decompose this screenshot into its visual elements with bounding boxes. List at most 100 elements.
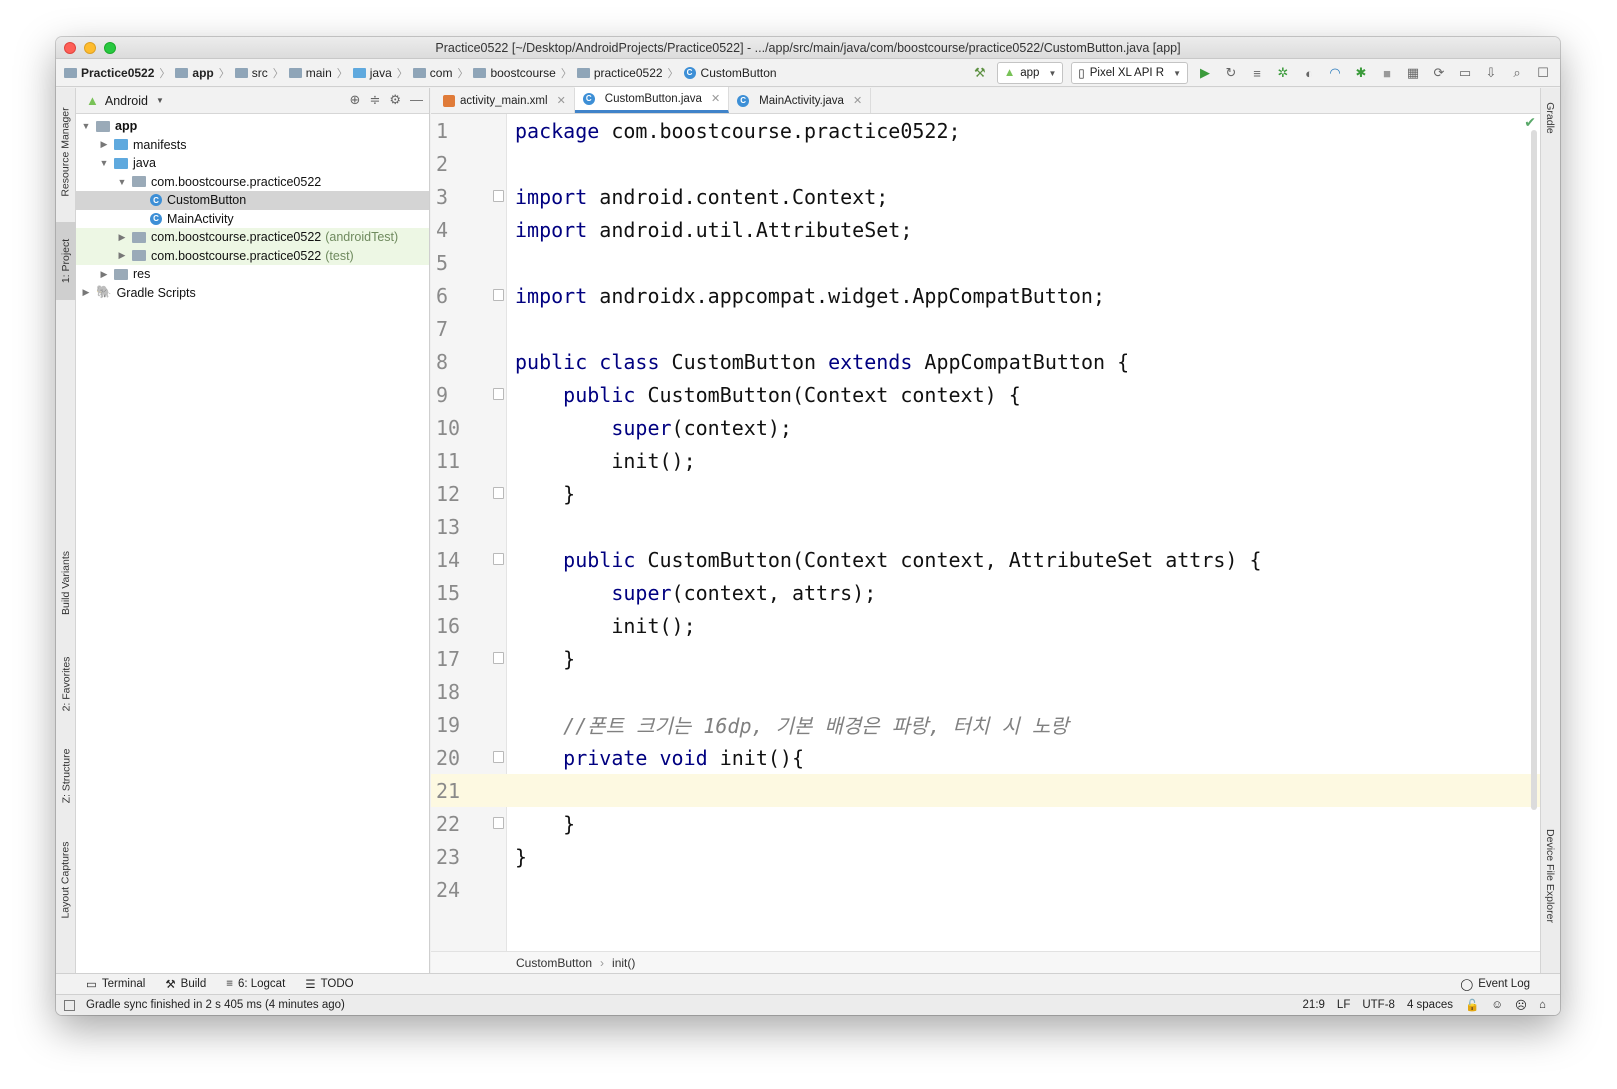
apply-changes-icon[interactable]: ↻ <box>1222 64 1240 82</box>
collapse-all-icon[interactable]: ≑ <box>369 92 380 108</box>
crumb-project[interactable]: Practice0522 <box>64 66 154 80</box>
caret-position[interactable]: 21:9 <box>1303 999 1325 1011</box>
tree-item-mainactivity[interactable]: C MainActivity <box>76 210 429 229</box>
code-line[interactable]: 11 init(); <box>431 444 1540 477</box>
search-icon[interactable]: ⌕ <box>1508 64 1526 82</box>
code-line[interactable]: 5 <box>431 246 1540 279</box>
crumb-main[interactable]: main <box>288 66 332 80</box>
code-line[interactable]: 19 //폰트 크기는 16dp, 기본 배경은 파랑, 터치 시 노랑 <box>431 708 1540 741</box>
sync-gradle-icon[interactable]: ⟳ <box>1430 64 1448 82</box>
close-window-button[interactable] <box>64 42 76 54</box>
code-crumb-method[interactable]: init() <box>612 956 635 970</box>
code-line[interactable]: 20 private void init(){ <box>431 741 1540 774</box>
code-line[interactable]: 6 import androidx.appcompat.widget.AppCom… <box>431 279 1540 312</box>
code-line[interactable]: 16 init(); <box>431 609 1540 642</box>
chevron-right-icon[interactable]: ▶ <box>98 139 110 150</box>
debug-icon[interactable]: ✲ <box>1274 64 1292 82</box>
code-line[interactable]: 4 import android.util.AttributeSet; <box>431 213 1540 246</box>
device-select[interactable]: ▯ Pixel XL API R ▼ <box>1071 62 1188 84</box>
line-separator[interactable]: LF <box>1337 999 1350 1011</box>
vertical-scrollbar[interactable] <box>1531 130 1537 810</box>
toggle-tool-windows-icon[interactable] <box>64 1000 75 1011</box>
sad-feedback-icon[interactable]: ☹ <box>1515 998 1527 1012</box>
crumb-java[interactable]: java <box>352 66 392 80</box>
code-line[interactable]: 9 public CustomButton(Context context) { <box>431 378 1540 411</box>
coverage-icon[interactable]: ◐ <box>1300 64 1318 82</box>
fold-marker[interactable] <box>489 477 507 510</box>
fold-marker[interactable] <box>489 807 507 840</box>
close-tab-icon[interactable]: ✕ <box>711 92 720 105</box>
code-line[interactable]: 24 <box>431 873 1540 906</box>
file-encoding[interactable]: UTF-8 <box>1362 999 1395 1011</box>
tool-tab-todo[interactable]: ☰ TODO <box>305 977 353 991</box>
code-crumb-class[interactable]: CustomButton <box>516 956 592 970</box>
tree-item-package-test[interactable]: ▶ com.boostcourse.practice0522 (test) <box>76 246 429 265</box>
code-line[interactable]: 22 } <box>431 807 1540 840</box>
indent-setting[interactable]: 4 spaces <box>1407 999 1453 1011</box>
code-line[interactable]: 7 <box>431 312 1540 345</box>
tree-item-custombutton[interactable]: C CustomButton <box>76 191 429 210</box>
fold-marker[interactable] <box>489 741 507 774</box>
code-line[interactable]: 8 public class CustomButton extends AppCo… <box>431 345 1540 378</box>
run-config-select[interactable]: ▲ app ▼ <box>996 62 1064 84</box>
tool-tab-logcat[interactable]: ≡ 6: Logcat <box>226 978 285 990</box>
crumb-com[interactable]: com <box>412 66 452 80</box>
code-area[interactable]: 1 package com.boostcourse.practice0522; 2 3… <box>431 114 1540 951</box>
lock-icon[interactable]: 🔓 <box>1465 998 1479 1012</box>
tool-tab-terminal[interactable]: ▭ Terminal <box>86 977 145 991</box>
fold-marker[interactable] <box>489 642 507 675</box>
make-project-hammer-icon[interactable]: ⚒ <box>971 64 989 82</box>
tool-tab-build[interactable]: ⚒ Build <box>165 977 206 991</box>
close-tab-icon[interactable]: ✕ <box>853 94 862 107</box>
tab-mainactivity-java[interactable]: C MainActivity.java ✕ <box>729 88 872 113</box>
chevron-right-icon[interactable]: ▶ <box>116 232 128 243</box>
code-line[interactable]: 14 public CustomButton(Context context, … <box>431 543 1540 576</box>
chevron-right-icon[interactable]: ▶ <box>80 287 92 298</box>
tool-tab-project[interactable]: 1: Project <box>56 222 76 300</box>
code-line[interactable]: 18 <box>431 675 1540 708</box>
code-line[interactable]: 13 <box>431 510 1540 543</box>
tab-activity-main-xml[interactable]: activity_main.xml ✕ <box>435 88 575 113</box>
code-line[interactable]: 21 <box>431 774 1540 807</box>
fold-marker[interactable] <box>489 378 507 411</box>
project-structure-icon[interactable]: ▦ <box>1404 64 1422 82</box>
tab-custombutton-java[interactable]: C CustomButton.java ✕ <box>574 87 730 113</box>
memory-indicator-icon[interactable]: ⌂ <box>1539 999 1546 1011</box>
crumb-custombutton[interactable]: C CustomButton <box>683 66 777 80</box>
minimize-window-button[interactable] <box>84 42 96 54</box>
happy-feedback-icon[interactable]: ☺ <box>1491 999 1503 1011</box>
hide-panel-icon[interactable]: — <box>410 92 423 108</box>
tree-item-manifests[interactable]: ▶ manifests <box>76 136 429 155</box>
code-line[interactable]: 2 <box>431 147 1540 180</box>
crumb-src[interactable]: src <box>234 66 268 80</box>
status-message[interactable]: Gradle sync finished in 2 s 405 ms (4 mi… <box>86 999 345 1011</box>
chevron-down-icon[interactable]: ▼ <box>156 96 164 105</box>
tool-tab-resource-manager[interactable]: Resource Manager <box>56 94 76 210</box>
tree-item-package-androidtest[interactable]: ▶ com.boostcourse.practice0522 (androidTes… <box>76 228 429 247</box>
tool-tab-structure[interactable]: Z: Structure <box>56 738 76 814</box>
code-line[interactable]: 10 super(context); <box>431 411 1540 444</box>
project-view-select[interactable]: Android <box>105 94 148 108</box>
sdk-manager-icon[interactable]: ⇩ <box>1482 64 1500 82</box>
code-line[interactable]: 15 super(context, attrs); <box>431 576 1540 609</box>
tool-tab-device-file-explorer[interactable]: Device File Explorer <box>1540 818 1560 934</box>
code-line[interactable]: 3 import android.content.Context; <box>431 180 1540 213</box>
tree-item-java[interactable]: ▼ java <box>76 154 429 173</box>
tree-item-package-main[interactable]: ▼ com.boostcourse.practice0522 <box>76 173 429 192</box>
tree-item-gradle-scripts[interactable]: ▶ 🐘 Gradle Scripts <box>76 284 429 303</box>
tool-tab-gradle[interactable]: Gradle <box>1540 92 1560 144</box>
chevron-down-icon[interactable]: ▼ <box>116 177 128 187</box>
code-line[interactable]: 1 package com.boostcourse.practice0522; <box>431 114 1540 147</box>
fold-marker[interactable] <box>489 180 507 213</box>
fold-marker[interactable] <box>489 543 507 576</box>
tree-item-res[interactable]: ▶ res <box>76 265 429 284</box>
gear-icon[interactable]: ⚙ <box>389 92 401 108</box>
close-tab-icon[interactable]: ✕ <box>557 94 566 107</box>
tool-tab-layout-captures[interactable]: Layout Captures <box>56 832 76 928</box>
avd-manager-icon[interactable]: ▭ <box>1456 64 1474 82</box>
stop-icon[interactable]: ■ <box>1378 64 1396 82</box>
run-icon[interactable]: ▶ <box>1196 64 1214 82</box>
chevron-down-icon[interactable]: ▼ <box>98 158 110 168</box>
tree-item-app[interactable]: ▼ app <box>76 117 429 136</box>
apply-code-changes-icon[interactable]: ≡ <box>1248 64 1266 82</box>
